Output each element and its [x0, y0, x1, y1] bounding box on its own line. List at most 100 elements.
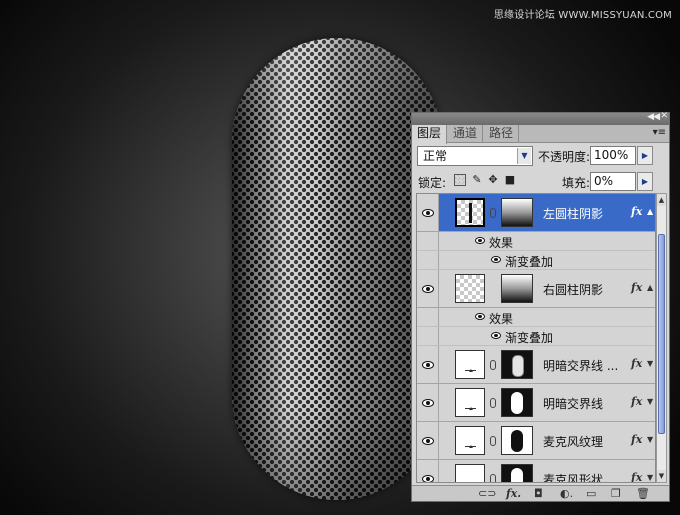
- visibility-toggle-cell: [417, 251, 439, 269]
- lock-move-icon[interactable]: ✥: [487, 174, 499, 186]
- expand-arrow-icon[interactable]: ▲: [647, 207, 653, 216]
- add-mask-icon[interactable]: ◘: [534, 487, 543, 501]
- fill-input[interactable]: 0%: [590, 172, 636, 191]
- effect-label: 渐变叠加: [505, 255, 554, 269]
- eye-icon: [422, 398, 434, 407]
- lock-fill-row: 锁定: ✎ ✥ ■ 填充: 0% ▶: [416, 171, 665, 193]
- adjustment-layer-icon[interactable]: ◐.: [560, 487, 573, 501]
- panel-bottom-toolbar: ⊂⊃ fx. ◘ ◐. ▭ ❐ 🗑: [412, 485, 669, 501]
- effect-row-gradient-overlay[interactable]: 渐变叠加: [417, 251, 655, 270]
- effects-label: 效果: [489, 312, 514, 326]
- link-icon: [490, 398, 496, 408]
- fx-icon[interactable]: fx: [631, 357, 642, 370]
- close-icon[interactable]: ✕: [660, 111, 668, 121]
- layer-row-left-shadow[interactable]: 左圆柱阴影 fx ▲: [417, 194, 655, 232]
- chevron-down-icon[interactable]: ▼: [517, 148, 531, 164]
- tab-layers[interactable]: 图层: [412, 125, 448, 144]
- eye-icon: [422, 284, 434, 293]
- panel-tabs: 图层 通道 路径 ▾≡: [412, 125, 669, 144]
- layers-scrollbar[interactable]: ▲ ▼: [656, 193, 667, 483]
- expand-arrow-icon[interactable]: ▼: [647, 473, 653, 482]
- link-icon: [490, 474, 496, 482]
- visibility-toggle[interactable]: [417, 384, 439, 421]
- visibility-toggle-cell: [417, 327, 439, 345]
- link-layers-icon[interactable]: ⊂⊃: [478, 487, 496, 501]
- new-group-icon[interactable]: ▭: [586, 487, 596, 501]
- expand-arrow-icon[interactable]: ▼: [647, 435, 653, 444]
- fx-icon[interactable]: fx: [631, 281, 642, 294]
- link-icon: [490, 208, 496, 218]
- layer-mask-thumbnail[interactable]: [501, 464, 533, 482]
- fx-icon[interactable]: fx: [631, 205, 642, 218]
- layers-panel: ◀◀ ✕ 图层 通道 路径 ▾≡ 正常 ▼ 不透明度: 100% ▶ 锁定: ✎…: [411, 111, 670, 502]
- tab-paths[interactable]: 路径: [484, 125, 520, 143]
- expand-arrow-icon[interactable]: ▼: [647, 359, 653, 368]
- layer-thumbnail: [455, 426, 485, 455]
- eye-icon: [422, 360, 434, 369]
- expand-arrow-icon[interactable]: ▲: [647, 283, 653, 292]
- layers-list: 左圆柱阴影 fx ▲ 效果 渐变叠加 右圆柱阴影 fx ▲ 效果 渐变叠加 明暗…: [416, 193, 656, 483]
- layer-row-terminator[interactable]: 明暗交界线 fx ▼: [417, 384, 655, 422]
- layer-name: 右圆柱阴影: [543, 283, 604, 297]
- layer-mask-thumbnail[interactable]: [501, 388, 533, 417]
- expand-arrow-icon[interactable]: ▼: [647, 397, 653, 406]
- layer-row-mic-texture[interactable]: 麦克风纹理 fx ▼: [417, 422, 655, 460]
- layer-mask-thumbnail[interactable]: [501, 198, 533, 227]
- scroll-up-icon[interactable]: ▲: [657, 194, 666, 206]
- eye-icon: [422, 208, 434, 217]
- panel-menu-icon[interactable]: ▾≡: [653, 127, 666, 138]
- visibility-toggle[interactable]: [417, 460, 439, 482]
- effect-row-gradient-overlay[interactable]: 渐变叠加: [417, 327, 655, 346]
- scroll-down-icon[interactable]: ▼: [657, 470, 666, 482]
- new-layer-icon[interactable]: ❐: [611, 487, 621, 501]
- lock-all-icon[interactable]: ■: [504, 174, 516, 186]
- double-chevron-left-icon[interactable]: ◀◀: [647, 112, 660, 122]
- opacity-slider-button[interactable]: ▶: [637, 146, 653, 165]
- eye-icon: [422, 474, 434, 482]
- lock-transparency-icon[interactable]: [454, 174, 466, 186]
- opacity-input[interactable]: 100%: [590, 146, 636, 165]
- eye-icon[interactable]: [491, 256, 501, 263]
- visibility-toggle-cell: [417, 232, 439, 250]
- fx-icon[interactable]: fx: [631, 433, 642, 446]
- visibility-toggle[interactable]: [417, 346, 439, 383]
- tab-channels[interactable]: 通道: [448, 125, 484, 143]
- layer-name: 明暗交界线: [543, 397, 604, 411]
- opacity-label: 不透明度:: [538, 150, 591, 164]
- layer-name: 麦克风纹理: [543, 435, 604, 449]
- layer-mask-thumbnail[interactable]: [501, 426, 533, 455]
- add-style-icon[interactable]: fx.: [506, 487, 521, 501]
- eye-icon[interactable]: [491, 332, 501, 339]
- visibility-toggle[interactable]: [417, 270, 439, 307]
- layer-mask-thumbnail[interactable]: [501, 274, 533, 303]
- eye-icon[interactable]: [475, 313, 485, 320]
- fx-icon[interactable]: fx: [631, 471, 642, 482]
- layer-thumbnail: [455, 464, 485, 482]
- fill-label: 填充:: [562, 176, 591, 190]
- layer-row-mic-shape[interactable]: 麦克风形状 fx ▼: [417, 460, 655, 483]
- lock-label: 锁定:: [418, 176, 447, 190]
- layer-mask-thumbnail[interactable]: [501, 350, 533, 379]
- layer-row-right-shadow[interactable]: 右圆柱阴影 fx ▲: [417, 270, 655, 308]
- effects-row[interactable]: 效果: [417, 232, 655, 251]
- layer-name: 左圆柱阴影: [543, 207, 604, 221]
- layer-row-terminator-copy[interactable]: 明暗交界线 ... fx ▼: [417, 346, 655, 384]
- link-icon: [490, 360, 496, 370]
- blend-mode-select[interactable]: 正常 ▼: [417, 146, 533, 166]
- visibility-toggle[interactable]: [417, 422, 439, 459]
- fx-icon[interactable]: fx: [631, 395, 642, 408]
- blend-mode-value: 正常: [423, 149, 448, 163]
- fill-slider-button[interactable]: ▶: [637, 172, 653, 191]
- lock-brush-icon[interactable]: ✎: [471, 174, 483, 186]
- layer-name: 明暗交界线 ...: [543, 359, 619, 373]
- panel-titlebar[interactable]: ◀◀ ✕: [412, 111, 669, 125]
- visibility-toggle-cell: [417, 308, 439, 326]
- eye-icon[interactable]: [475, 237, 485, 244]
- trash-icon[interactable]: 🗑: [636, 487, 650, 501]
- scroll-thumb[interactable]: [658, 234, 665, 434]
- layer-thumbnail: [455, 198, 485, 227]
- layer-name: 麦克风形状: [543, 473, 604, 483]
- layer-thumbnail: [455, 350, 485, 379]
- effects-row[interactable]: 效果: [417, 308, 655, 327]
- visibility-toggle[interactable]: [417, 194, 439, 231]
